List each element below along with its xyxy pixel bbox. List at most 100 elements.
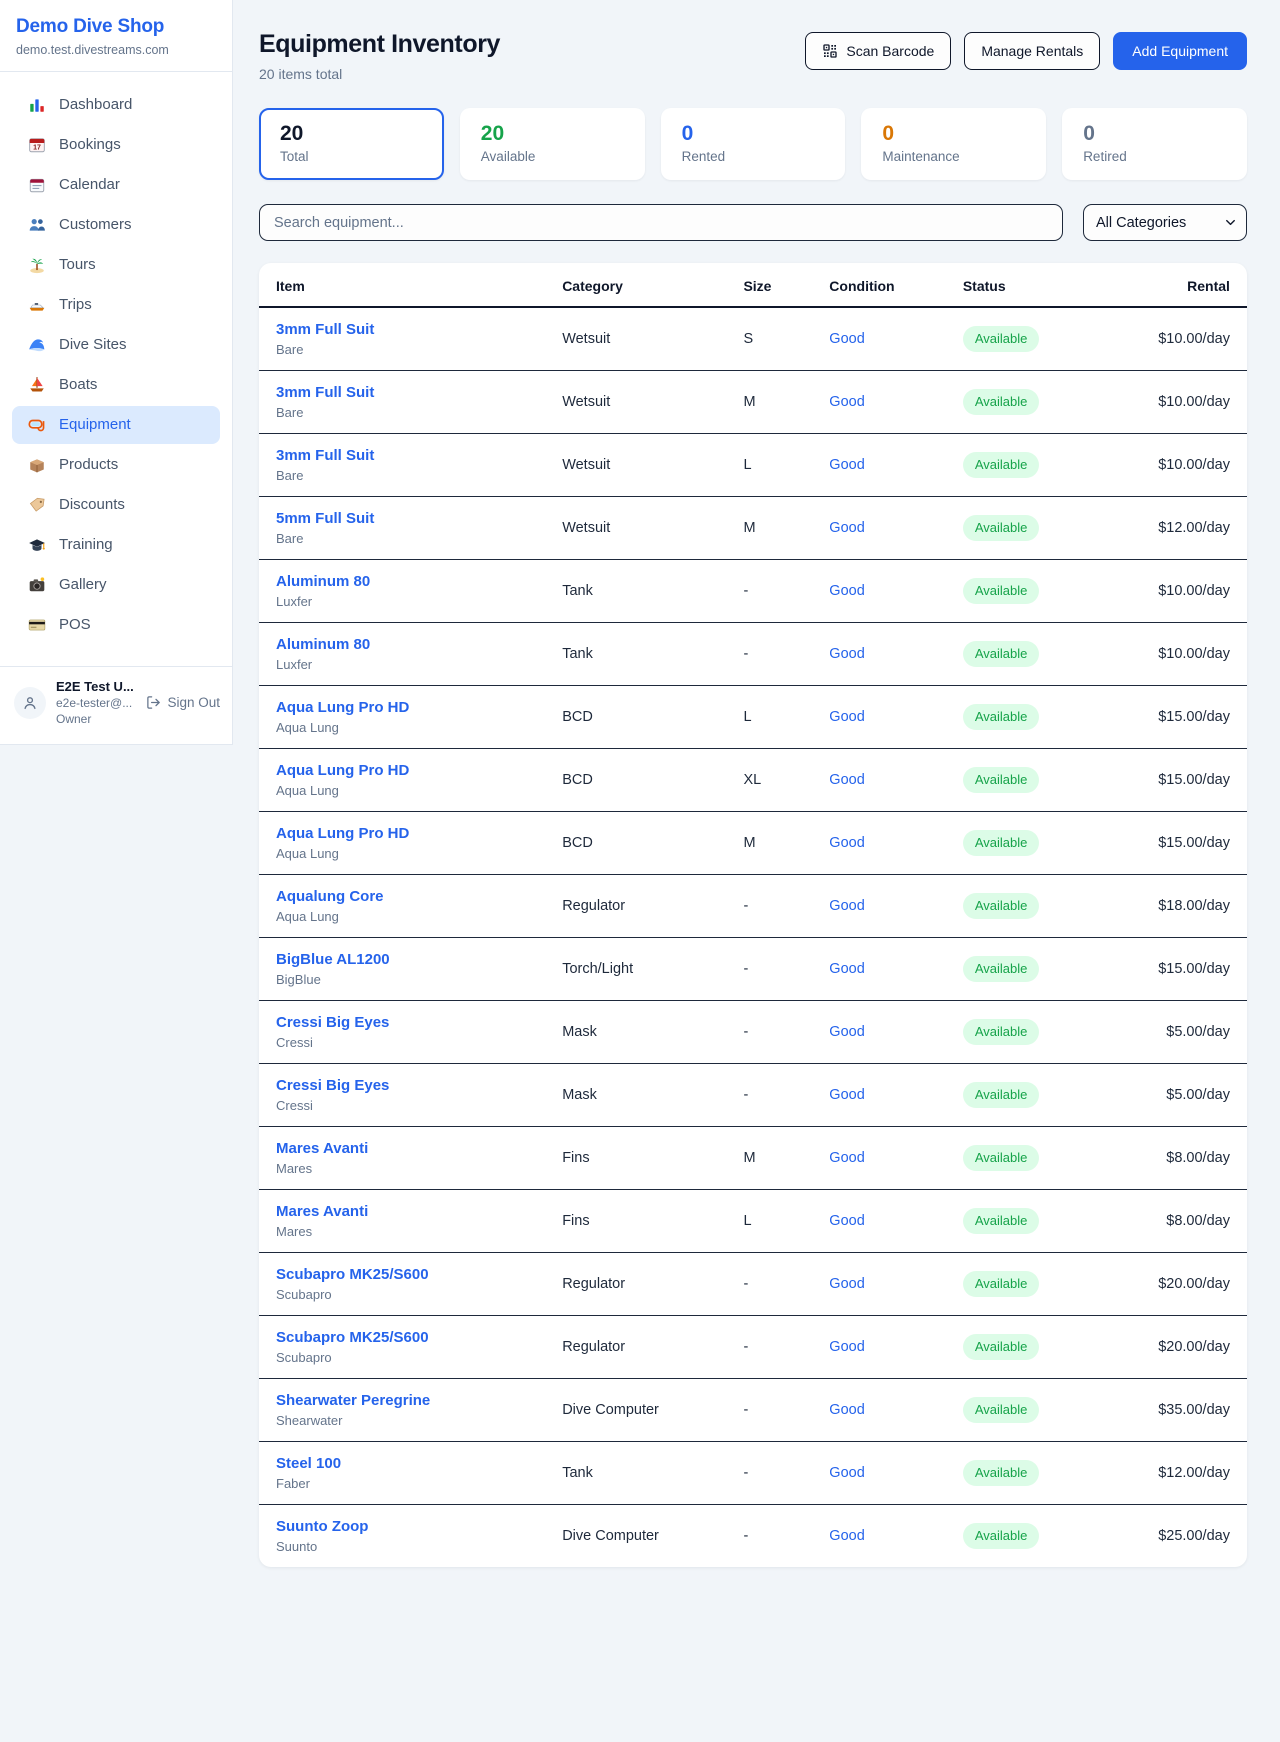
item-rental-rate: $12.00/day <box>1125 1452 1230 1494</box>
table-row: 3mm Full Suit Bare Wetsuit L Good Availa… <box>259 434 1247 497</box>
item-name-link[interactable]: Scubapro MK25/S600 <box>276 1329 562 1346</box>
item-size: L <box>743 696 829 738</box>
sidebar-item-calendar[interactable]: Calendar <box>12 166 220 204</box>
sidebar-item-tours[interactable]: Tours <box>12 246 220 284</box>
condition-link[interactable]: Good <box>829 646 864 662</box>
scan-barcode-button[interactable]: Scan Barcode <box>805 32 951 70</box>
item-name-link[interactable]: Aluminum 80 <box>276 573 562 590</box>
sign-out-button[interactable]: Sign Out <box>146 695 220 710</box>
page-title: Equipment Inventory <box>259 30 500 59</box>
stat-card-maintenance[interactable]: 0 Maintenance <box>861 108 1046 180</box>
item-name-link[interactable]: Aqua Lung Pro HD <box>276 699 562 716</box>
item-category: Fins <box>562 1137 743 1179</box>
sidebar-user-section: E2E Test U... e2e-tester@... Owner Sign … <box>0 666 232 738</box>
item-size: M <box>743 381 829 423</box>
item-name-link[interactable]: Aqua Lung Pro HD <box>276 762 562 779</box>
item-name-link[interactable]: Suunto Zoop <box>276 1518 562 1535</box>
stat-card-available[interactable]: 20 Available <box>460 108 645 180</box>
item-category: Regulator <box>562 1263 743 1305</box>
item-name-link[interactable]: 5mm Full Suit <box>276 510 562 527</box>
stat-card-retired[interactable]: 0 Retired <box>1062 108 1247 180</box>
item-name-link[interactable]: Mares Avanti <box>276 1203 562 1220</box>
sidebar-item-dashboard[interactable]: Dashboard <box>12 86 220 124</box>
condition-link[interactable]: Good <box>829 1528 864 1544</box>
sidebar-item-discounts[interactable]: Discounts <box>12 486 220 524</box>
item-name-link[interactable]: 3mm Full Suit <box>276 447 562 464</box>
sidebar-item-boats[interactable]: Boats <box>12 366 220 404</box>
column-header-category: Category <box>562 263 743 306</box>
condition-link[interactable]: Good <box>829 1087 864 1103</box>
item-category: Dive Computer <box>562 1515 743 1557</box>
condition-link[interactable]: Good <box>829 961 864 977</box>
status-badge: Available <box>963 1082 1040 1108</box>
item-rental-rate: $12.00/day <box>1125 507 1230 549</box>
item-size: - <box>743 1326 829 1368</box>
stat-card-total[interactable]: 20 Total <box>259 108 444 180</box>
item-brand: Bare <box>276 468 562 483</box>
condition-link[interactable]: Good <box>829 709 864 725</box>
sidebar-item-dive-sites[interactable]: Dive Sites <box>12 326 220 364</box>
sidebar-item-customers[interactable]: Customers <box>12 206 220 244</box>
sidebar-item-equipment[interactable]: Equipment <box>12 406 220 444</box>
table-body: 3mm Full Suit Bare Wetsuit S Good Availa… <box>259 308 1247 1567</box>
table-row: Aluminum 80 Luxfer Tank - Good Available… <box>259 623 1247 686</box>
sidebar-item-trips[interactable]: Trips <box>12 286 220 324</box>
item-name-link[interactable]: Aqua Lung Pro HD <box>276 825 562 842</box>
stat-label: Total <box>280 149 423 164</box>
status-badge: Available <box>963 578 1040 604</box>
condition-link[interactable]: Good <box>829 1339 864 1355</box>
app: Demo Dive Shop demo.test.divestreams.com… <box>0 0 1280 1603</box>
item-name-link[interactable]: Aluminum 80 <box>276 636 562 653</box>
condition-link[interactable]: Good <box>829 1465 864 1481</box>
condition-link[interactable]: Good <box>829 457 864 473</box>
sidebar-item-gallery[interactable]: Gallery <box>12 566 220 604</box>
sidebar-item-products[interactable]: Products <box>12 446 220 484</box>
condition-link[interactable]: Good <box>829 772 864 788</box>
column-header-status: Status <box>963 263 1125 306</box>
item-name-link[interactable]: Steel 100 <box>276 1455 562 1472</box>
condition-link[interactable]: Good <box>829 394 864 410</box>
shop-title[interactable]: Demo Dive Shop <box>16 16 216 38</box>
condition-link[interactable]: Good <box>829 583 864 599</box>
condition-link[interactable]: Good <box>829 898 864 914</box>
condition-link[interactable]: Good <box>829 520 864 536</box>
manage-rentals-button[interactable]: Manage Rentals <box>964 32 1100 70</box>
condition-link[interactable]: Good <box>829 1213 864 1229</box>
item-brand: BigBlue <box>276 972 562 987</box>
item-name-link[interactable]: Aqualung Core <box>276 888 562 905</box>
stat-label: Maintenance <box>882 149 1025 164</box>
condition-link[interactable]: Good <box>829 835 864 851</box>
item-name-link[interactable]: 3mm Full Suit <box>276 321 562 338</box>
avatar <box>14 687 46 719</box>
item-rental-rate: $35.00/day <box>1125 1389 1230 1431</box>
table-row: Mares Avanti Mares Fins L Good Available… <box>259 1190 1247 1253</box>
condition-link[interactable]: Good <box>829 1402 864 1418</box>
condition-link[interactable]: Good <box>829 331 864 347</box>
sidebar-item-training[interactable]: Training <box>12 526 220 564</box>
add-equipment-button[interactable]: Add Equipment <box>1113 32 1247 70</box>
item-size: M <box>743 822 829 864</box>
item-name-link[interactable]: BigBlue AL1200 <box>276 951 562 968</box>
item-brand: Aqua Lung <box>276 783 562 798</box>
item-name-link[interactable]: Scubapro MK25/S600 <box>276 1266 562 1283</box>
stat-card-rented[interactable]: 0 Rented <box>661 108 846 180</box>
condition-link[interactable]: Good <box>829 1276 864 1292</box>
category-select[interactable]: All Categories <box>1083 204 1247 241</box>
search-input[interactable] <box>259 204 1063 241</box>
stat-value: 20 <box>481 122 624 146</box>
page-header: Equipment Inventory 20 items total Scan … <box>259 30 1247 82</box>
status-badge: Available <box>963 1208 1040 1234</box>
item-name-link[interactable]: Cressi Big Eyes <box>276 1077 562 1094</box>
condition-link[interactable]: Good <box>829 1150 864 1166</box>
item-name-link[interactable]: Cressi Big Eyes <box>276 1014 562 1031</box>
item-category: Wetsuit <box>562 507 743 549</box>
item-name-link[interactable]: 3mm Full Suit <box>276 384 562 401</box>
sidebar-item-bookings[interactable]: 17 Bookings <box>12 126 220 164</box>
status-badge: Available <box>963 326 1040 352</box>
sidebar-item-pos[interactable]: POS <box>12 606 220 644</box>
status-badge: Available <box>963 767 1040 793</box>
item-name-link[interactable]: Shearwater Peregrine <box>276 1392 562 1409</box>
status-badge: Available <box>963 1019 1040 1045</box>
condition-link[interactable]: Good <box>829 1024 864 1040</box>
item-name-link[interactable]: Mares Avanti <box>276 1140 562 1157</box>
